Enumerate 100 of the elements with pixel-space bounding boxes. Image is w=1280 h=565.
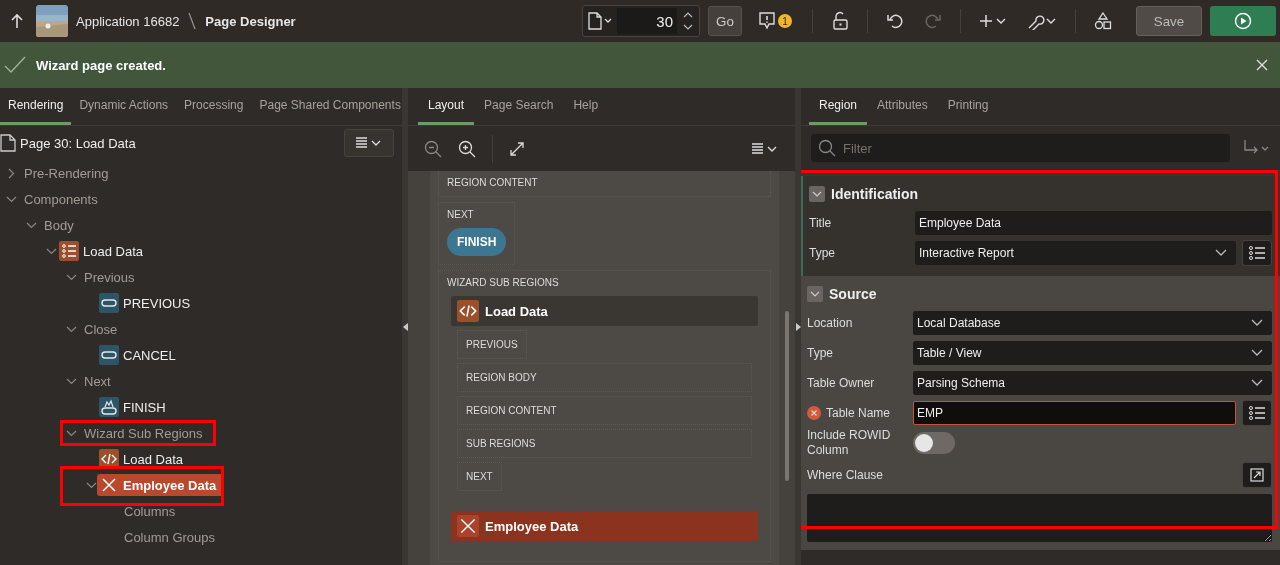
dropdown-chevron-icon[interactable] — [1215, 249, 1227, 257]
page-icon[interactable] — [587, 12, 613, 30]
select-field[interactable]: Parsing Schema — [913, 371, 1272, 395]
warning-count-badge: 1 — [778, 14, 792, 28]
warning-icon[interactable] — [758, 11, 776, 31]
region-header[interactable]: Employee Data — [451, 511, 758, 541]
list-button[interactable] — [1242, 400, 1272, 426]
property-label: Title — [809, 215, 832, 231]
toggle-switch[interactable] — [913, 432, 955, 454]
dropdown-chevron-icon[interactable] — [1251, 319, 1263, 327]
app-name[interactable]: Application 16682 — [76, 13, 180, 29]
shapes-icon[interactable] — [1094, 12, 1112, 30]
run-button[interactable] — [1210, 6, 1276, 36]
position-label: REGION CONTENT — [447, 177, 539, 188]
region-header[interactable]: Load Data — [451, 296, 758, 326]
back-arrow-icon[interactable] — [10, 13, 24, 29]
add-menu-icon[interactable] — [979, 13, 1007, 29]
tree-root-label[interactable]: Page 30: Load Data — [20, 135, 136, 151]
page-number-field[interactable]: 30 — [617, 8, 677, 34]
panel-tab[interactable]: Page Search — [474, 88, 564, 125]
button-icon — [99, 397, 119, 417]
text-field[interactable]: EMP — [913, 401, 1236, 425]
property-label: Type — [809, 245, 835, 261]
panel-tab[interactable]: Processing — [176, 88, 252, 125]
button-icon — [99, 345, 119, 365]
save-button[interactable]: Save — [1136, 6, 1202, 36]
go-button[interactable]: Go — [708, 6, 742, 36]
dropdown-chevron-icon[interactable] — [1251, 349, 1263, 357]
position-slot[interactable]: REGION CONTENT — [457, 396, 752, 425]
group-title: Source — [829, 286, 877, 302]
position-slot[interactable]: REGION BODY — [457, 363, 752, 392]
position-slot[interactable]: SUB REGIONS — [457, 429, 752, 458]
finish-button[interactable]: FINISH — [447, 228, 507, 256]
zoom-in-icon[interactable] — [458, 139, 476, 158]
property-label: Include ROWID Column — [807, 428, 892, 458]
zoom-out-icon[interactable] — [424, 139, 442, 158]
page-icon — [0, 134, 16, 152]
list-icon[interactable] — [1248, 245, 1266, 261]
collapse-chevron-icon[interactable] — [807, 286, 823, 302]
panel-tab[interactable]: Page Shared Components — [251, 88, 402, 125]
panel-tab[interactable]: Region — [809, 88, 868, 125]
tree-node[interactable]: CANCEL — [99, 344, 176, 366]
panel-tab[interactable]: Printing — [937, 88, 999, 125]
tree-node[interactable]: FINISH — [99, 396, 166, 418]
position-label: WIZARD SUB REGIONS — [447, 277, 560, 288]
select-field[interactable]: Interactive Report — [915, 241, 1236, 265]
panel-tab[interactable]: Help — [563, 88, 609, 125]
position-slot[interactable]: NEXT — [457, 462, 502, 491]
code-editor-field[interactable] — [807, 494, 1272, 542]
tree-node[interactable]: Previous — [79, 266, 135, 288]
expand-icon[interactable] — [509, 140, 525, 157]
expand-icon[interactable] — [1250, 468, 1264, 482]
panel-tab[interactable]: Rendering — [0, 88, 72, 125]
tree-node[interactable]: PREVIOUS — [99, 292, 191, 314]
breadcrumb-separator-icon — [187, 11, 198, 31]
dropdown-chevron-icon[interactable] — [1251, 379, 1263, 387]
expand-editor-button[interactable] — [1242, 462, 1272, 488]
tree-node[interactable]: Wizard Sub Regions — [79, 422, 203, 444]
list-button[interactable] — [1242, 240, 1272, 266]
wrench-menu-icon[interactable] — [1027, 12, 1057, 30]
panel-tab[interactable]: Layout — [418, 88, 475, 125]
tree-node[interactable]: Close — [79, 318, 118, 340]
tree-node[interactable]: Columns — [119, 500, 176, 522]
tree-node[interactable]: Body — [39, 214, 74, 236]
list-icon[interactable] — [1248, 405, 1266, 421]
close-icon[interactable] — [1256, 59, 1268, 71]
panel-tab[interactable]: Attributes — [867, 88, 938, 125]
property-label: Table Owner — [807, 375, 875, 391]
page-selector[interactable]: 30 — [582, 5, 700, 37]
tree-node[interactable]: Components — [19, 188, 98, 210]
tree-node[interactable]: Load Data — [99, 448, 183, 470]
play-icon[interactable] — [1234, 12, 1252, 30]
menu-icon[interactable] — [355, 136, 383, 150]
property-label: Where Clause — [807, 467, 884, 483]
tree-node[interactable]: Load Data — [59, 240, 143, 262]
filter-field[interactable]: Filter — [811, 134, 1230, 162]
property-label: Type — [807, 345, 833, 361]
property-label: Location — [807, 315, 853, 331]
undo-icon[interactable] — [886, 12, 904, 30]
tree-menu-button[interactable] — [344, 129, 394, 157]
report-list-icon — [59, 241, 79, 261]
success-message: Wizard page created. — [36, 57, 166, 73]
checkmark-icon — [4, 56, 26, 74]
group-title: Identification — [831, 186, 919, 202]
collapse-chevron-icon[interactable] — [809, 186, 825, 202]
menu-icon[interactable] — [751, 141, 779, 156]
lock-icon[interactable] — [831, 11, 849, 31]
code-icon — [457, 300, 479, 322]
text-field[interactable]: Employee Data — [915, 211, 1272, 235]
expand-chevron-icon[interactable] — [6, 167, 17, 179]
tree-node[interactable]: Next — [79, 370, 111, 392]
panel-tab[interactable]: Dynamic Actions — [71, 88, 177, 125]
select-field[interactable]: Table / View — [913, 341, 1272, 365]
tree-node[interactable]: Column Groups — [119, 526, 216, 548]
tree-node[interactable]: Pre-Rendering — [19, 162, 109, 184]
select-field[interactable]: Local Database — [913, 311, 1272, 335]
property-label: Table Name — [826, 405, 891, 421]
error-cross-icon — [457, 515, 479, 537]
position-slot[interactable]: PREVIOUS — [457, 330, 527, 359]
button-icon — [99, 293, 119, 313]
